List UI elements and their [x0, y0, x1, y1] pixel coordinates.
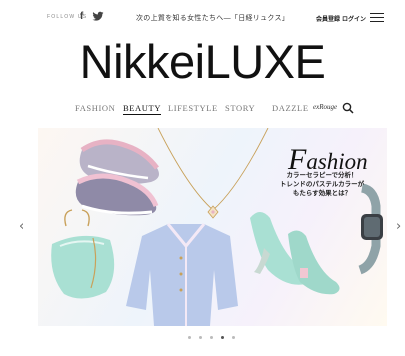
carousel-dot[interactable]: [188, 336, 191, 339]
carousel-prev-arrow[interactable]: ‹: [19, 219, 24, 234]
nav-item-exrouge[interactable]: exRouge: [313, 103, 337, 111]
carousel-dot[interactable]: [221, 336, 224, 339]
login-link[interactable]: ログイン: [342, 14, 366, 23]
carousel-next-arrow[interactable]: ›: [396, 219, 401, 234]
hero-caption-line: カラーセラピーで分析！: [286, 171, 358, 179]
mint-bag-image: [51, 209, 115, 299]
member-register-link[interactable]: 会員登録: [316, 14, 340, 23]
carousel-pagination: [188, 336, 238, 342]
tweed-jacket-image: [126, 223, 238, 326]
top-bar: FOLLOW US f 次の上質を知る女性たちへ―「日経リュクス」 会員登録 ロ…: [0, 0, 405, 36]
nav-item-lifestyle[interactable]: LIFESTYLE: [168, 103, 218, 113]
twitter-icon[interactable]: [92, 11, 104, 22]
hamburger-menu-icon[interactable]: [370, 12, 384, 24]
hero-caption-line: トレンドのパステルカラーが: [279, 179, 365, 188]
sneakers-image: [75, 139, 159, 216]
carousel-dot[interactable]: [210, 336, 213, 339]
nav-item-dazzle[interactable]: DAZZLE: [272, 103, 309, 113]
site-tagline: 次の上質を知る女性たちへ―「日経リュクス」: [136, 14, 290, 22]
search-icon[interactable]: [342, 102, 354, 114]
nav-item-beauty[interactable]: BEAUTY: [123, 103, 162, 115]
carousel-dot[interactable]: [199, 336, 202, 339]
mint-pumps-image: [250, 212, 340, 295]
hero-caption-line: もたらす効果とは？: [292, 188, 352, 197]
smartwatch-image: [358, 183, 383, 275]
necklace-image: [157, 128, 269, 219]
hero-caption[interactable]: カラーセラピーで分析！ トレンドのパステルカラーが もたらす効果とは？: [272, 171, 372, 197]
facebook-icon[interactable]: f: [80, 11, 83, 22]
carousel-dot[interactable]: [232, 336, 235, 339]
site-logo[interactable]: NikkeiLUXE: [0, 38, 405, 85]
nav-item-fashion[interactable]: FASHION: [75, 103, 115, 113]
main-nav: FASHION BEAUTY LIFESTYLE STORY DAZZLE ex…: [0, 101, 405, 117]
nav-item-story[interactable]: STORY: [225, 103, 255, 113]
